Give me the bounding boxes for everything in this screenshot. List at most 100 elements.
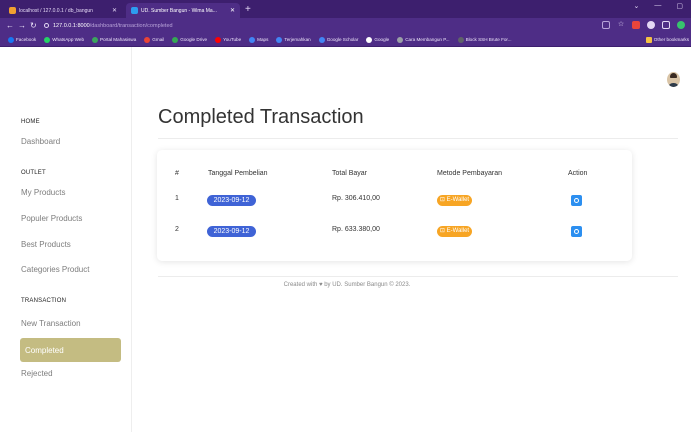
sidebar-heading-transaction: TRANSACTION (21, 298, 67, 304)
sidebar-item-best-products[interactable]: Best Products (21, 240, 71, 249)
sidebar-item-label: Completed (25, 346, 64, 355)
bookmark-icon (397, 36, 404, 43)
divider (158, 138, 678, 139)
avatar[interactable] (667, 72, 680, 87)
bookmark-icon (215, 36, 222, 43)
extension-icon[interactable] (632, 21, 640, 29)
bookmark-icon (92, 36, 99, 43)
total-amount: Rp. 306.410,00 (332, 195, 380, 202)
bookmark-item[interactable]: Cara Membangun P... (397, 36, 450, 43)
bookmark-icon (144, 36, 151, 43)
sidebar-item-dashboard[interactable]: Dashboard (21, 137, 60, 146)
other-bookmarks[interactable]: Other bookmarks (645, 36, 689, 43)
bookmark-label: Google Scholar (326, 37, 359, 42)
tab-title: UD. Sumber Bangun - Wima Ma... (141, 7, 217, 14)
back-icon[interactable]: ← (6, 21, 14, 30)
sidebar-heading-home: HOME (21, 119, 40, 125)
bookmark-item[interactable]: Maps (249, 36, 269, 43)
bookmark-icon (457, 36, 464, 43)
bookmark-label: Portal Mahasiswa (100, 37, 137, 42)
sidebar-heading-outlet: OUTLET (21, 170, 46, 176)
maximize-icon[interactable]: ▢ (676, 2, 683, 10)
bookmark-item[interactable]: Google Drive (172, 36, 208, 43)
bookmark-icon (8, 36, 14, 43)
star-icon[interactable]: ☆ (617, 21, 625, 29)
bookmark-icon (44, 36, 51, 43)
tab-title: localhost / 127.0.0.1 / db_bangun (19, 7, 93, 14)
payment-method-badge: ⊡ E-Wallet (437, 226, 472, 237)
bookmark-item[interactable]: Portal Mahasiswa (92, 36, 137, 43)
bookmark-label: Block SSH Brute For... (465, 37, 512, 42)
profile-icon[interactable] (677, 21, 685, 29)
url-field[interactable]: 127.0.0.1:8000/dashboard/transaction/com… (44, 23, 173, 29)
bookmark-item[interactable]: Facebook (8, 36, 37, 43)
new-tab-button[interactable]: + (245, 3, 251, 18)
bookmark-icon (318, 36, 325, 43)
bookmark-item[interactable]: Block SSH Brute For... (457, 36, 512, 43)
bookmark-item[interactable]: Gmail (144, 36, 165, 43)
sidebar-item-new-transaction[interactable]: New Transaction (21, 319, 81, 328)
address-bar: ← → ↻ 127.0.0.1:8000/dashboard/transacti… (0, 18, 691, 33)
sidebar-item-completed[interactable]: Completed (20, 338, 121, 362)
payment-method-label: E-Wallet (446, 197, 470, 203)
folder-icon (645, 36, 652, 43)
reload-icon[interactable]: ↻ (30, 21, 37, 30)
browser-tab-phpmyadmin[interactable]: localhost / 127.0.0.1 / db_bangun ✕ (4, 3, 122, 18)
bookmark-item[interactable]: Terjemahkan (276, 36, 311, 43)
chevron-down-icon[interactable]: ⌄ (634, 2, 640, 10)
transactions-card: # Tanggal Pembelian Total Bayar Metode P… (157, 150, 632, 261)
column-header-number: # (175, 170, 179, 177)
bookmark-icon (172, 36, 179, 43)
sidepanel-icon[interactable] (662, 21, 670, 29)
bookmarks-bar: Facebook WhatsApp Web Portal Mahasiswa Gmai… (0, 33, 691, 47)
bookmark-label: WhatsApp Web (52, 37, 85, 42)
footer-divider (158, 276, 678, 277)
sidebar-item-my-products[interactable]: My Products (21, 188, 65, 197)
bookmark-item[interactable]: Google Scholar (318, 36, 359, 43)
puzzle-icon[interactable] (647, 21, 655, 29)
bookmark-icon (249, 36, 256, 43)
bookmark-item[interactable]: YouTube (215, 36, 242, 43)
minimize-icon[interactable]: — (654, 2, 661, 10)
bookmark-label: Google Drive (180, 37, 208, 42)
bookmark-label: YouTube (223, 37, 242, 42)
share-icon[interactable] (602, 21, 610, 29)
eye-icon (574, 229, 579, 234)
browser-tab-strip: localhost / 127.0.0.1 / db_bangun ✕ UD. … (0, 0, 691, 18)
bookmark-item[interactable]: WhatsApp Web (44, 36, 85, 43)
column-header-method: Metode Pembayaran (437, 170, 502, 177)
sidebar-item-populer-products[interactable]: Populer Products (21, 214, 82, 223)
bookmark-item[interactable]: Google (366, 36, 390, 43)
bookmark-label: Terjemahkan (284, 37, 311, 42)
close-icon[interactable]: ✕ (230, 7, 235, 14)
sidebar-item-rejected[interactable]: Rejected (21, 369, 53, 378)
bookmark-label: Google (374, 37, 390, 42)
forward-icon[interactable]: → (18, 21, 26, 30)
date-badge: 2023-09-12 (207, 226, 256, 237)
bookmark-label: Facebook (16, 37, 37, 42)
bookmark-label: Other bookmarks (653, 37, 689, 42)
column-header-action: Action (568, 170, 588, 177)
bookmark-label: Gmail (152, 37, 165, 42)
view-button[interactable] (571, 195, 582, 206)
site-favicon-icon (131, 7, 138, 14)
sidebar: HOME Dashboard OUTLET My Products Popule… (0, 47, 132, 432)
url-host: 127.0.0.1:8000 (53, 22, 90, 29)
bookmark-label: Maps (257, 37, 269, 42)
site-info-icon[interactable] (44, 23, 49, 28)
column-header-total: Total Bayar (332, 170, 368, 177)
row-number: 1 (175, 195, 179, 202)
bookmark-icon (366, 36, 373, 43)
payment-method-badge: ⊡ E-Wallet (437, 195, 472, 206)
sidebar-item-categories-product[interactable]: Categories Product (21, 265, 89, 274)
close-icon[interactable]: ✕ (112, 7, 117, 14)
page-title: Completed Transaction (158, 106, 364, 128)
browser-tab-dashboard[interactable]: UD. Sumber Bangun - Wima Ma... ✕ (126, 3, 240, 18)
total-amount: Rp. 633.380,00 (332, 226, 380, 233)
row-number: 2 (175, 226, 179, 233)
footer-text: Created with ♥ by UD. Sumber Bangun © 20… (283, 282, 411, 288)
payment-method-label: E-Wallet (446, 228, 470, 234)
view-button[interactable] (571, 226, 582, 237)
date-badge: 2023-09-12 (207, 195, 256, 206)
phpmyadmin-icon (9, 7, 16, 14)
